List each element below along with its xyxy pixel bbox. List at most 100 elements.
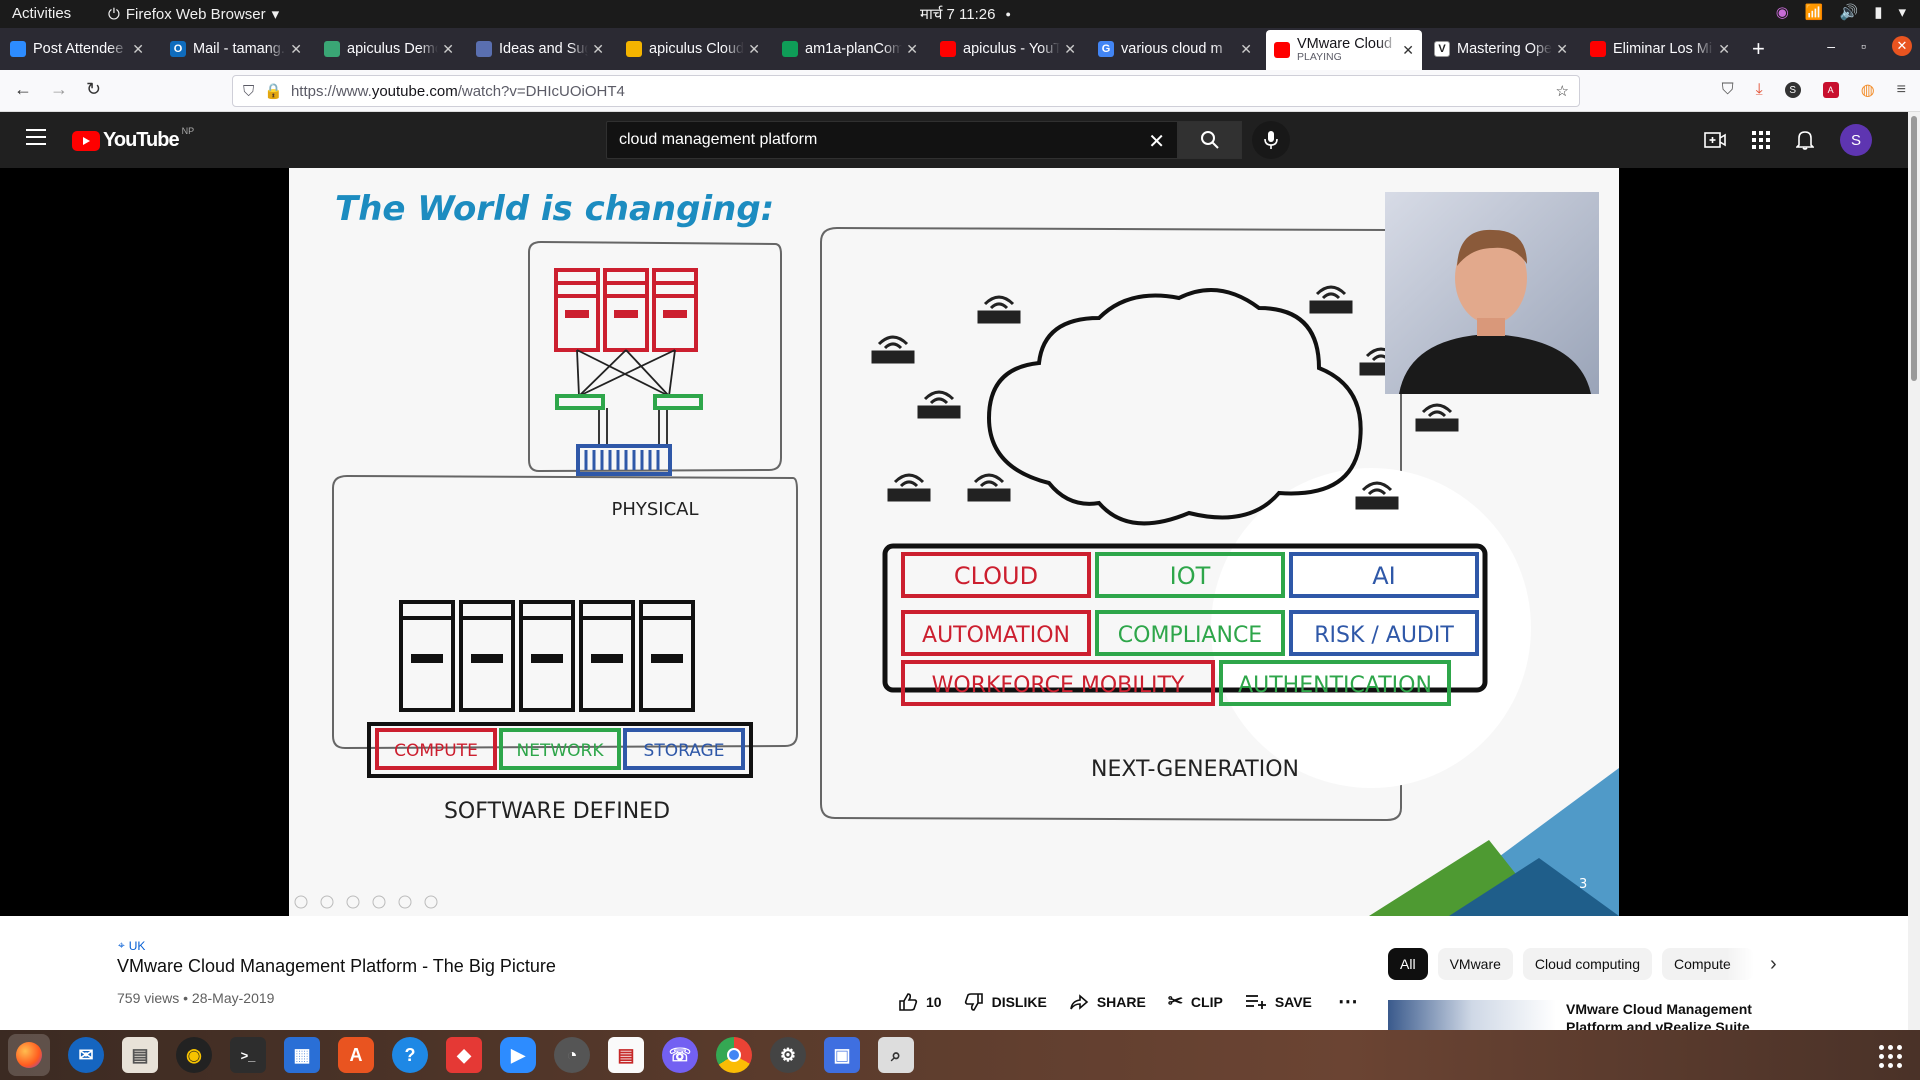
close-tab-icon[interactable]: ✕ <box>748 41 760 58</box>
close-tab-icon[interactable]: ✕ <box>1718 41 1730 58</box>
zoom-icon[interactable]: ▶ <box>500 1037 536 1073</box>
close-window-button[interactable]: ✕ <box>1892 36 1912 56</box>
save-button[interactable]: SAVE <box>1245 993 1312 1011</box>
battery-icon[interactable]: ▮ <box>1874 3 1882 21</box>
show-applications-icon[interactable] <box>1879 1045 1902 1068</box>
system-tray[interactable]: ◉ 📶 🔊 ▮ ▾ <box>1776 3 1906 21</box>
page-scrollbar[interactable] <box>1908 112 1920 1032</box>
scrollbar-thumb[interactable] <box>1911 116 1917 381</box>
like-button[interactable]: 10 <box>898 992 942 1012</box>
adblock-icon[interactable]: A <box>1822 82 1839 98</box>
wifi-icon[interactable]: 📶 <box>1805 3 1824 21</box>
close-tab-icon[interactable]: ✕ <box>1064 41 1076 58</box>
pocket-icon[interactable]: ⛉ <box>1722 81 1734 99</box>
document-viewer-icon[interactable]: ▤ <box>608 1037 644 1073</box>
server-rack-icon <box>554 268 698 352</box>
libreoffice-writer-icon[interactable]: ▦ <box>284 1037 320 1073</box>
chrome-icon[interactable] <box>716 1037 752 1073</box>
tab-11[interactable]: Eliminar Los Mi ✕ <box>1582 31 1738 67</box>
menu-icon[interactable]: ≡ <box>1897 81 1906 99</box>
search-input-value: cloud management platform <box>619 131 818 148</box>
clock-app-icon[interactable]: ◔ <box>554 1037 590 1073</box>
terminal-icon[interactable]: >_ <box>230 1037 266 1073</box>
tab-5[interactable]: apiculus Cloud ✕ <box>618 31 768 67</box>
tab-8[interactable]: Gvarious cloud m ✕ <box>1090 31 1260 67</box>
close-tab-icon[interactable]: ✕ <box>290 41 302 58</box>
create-video-icon[interactable] <box>1704 131 1726 149</box>
tab-7[interactable]: apiculus - YouT ✕ <box>932 31 1084 67</box>
hamburger-menu-icon[interactable] <box>26 129 46 145</box>
clear-search-icon[interactable]: ✕ <box>1148 129 1165 154</box>
maximize-button[interactable]: ▫ <box>1861 38 1866 54</box>
lock-icon[interactable]: 🔒 <box>264 82 283 100</box>
clip-label: CLIP <box>1190 993 1223 1010</box>
location-tag[interactable]: ⌖ UK <box>118 938 145 953</box>
tab-1[interactable]: Post Attendee ✕ <box>2 31 152 67</box>
extension-icon[interactable]: ◍ <box>1861 80 1875 100</box>
clock[interactable]: मार्च 7 11:26 ● <box>920 4 1011 24</box>
tab-2[interactable]: O Mail - tamang.s ✕ <box>162 31 310 67</box>
close-tab-icon[interactable]: ✕ <box>906 41 918 58</box>
video-frame[interactable]: The World is changing: PHYSICAL COMPUTE … <box>289 168 1619 916</box>
url-bar[interactable]: ⛉ 🔒 https://www. youtube.com/watch?v=DHIc… <box>232 75 1580 107</box>
recommended-thumbnail[interactable] <box>1388 1000 1556 1030</box>
shield-icon[interactable]: ⛉ <box>243 83 254 100</box>
tab-6[interactable]: am1a-planCom ✕ <box>774 31 926 67</box>
help-icon[interactable]: ? <box>392 1037 428 1073</box>
rhythmbox-icon[interactable]: ◉ <box>176 1037 212 1073</box>
volume-icon[interactable]: 🔊 <box>1840 3 1859 21</box>
thunderbird-icon[interactable]: ✉ <box>68 1037 104 1073</box>
bookmark-star-icon[interactable]: ☆ <box>1556 82 1569 100</box>
close-tab-icon[interactable]: ✕ <box>1240 41 1252 58</box>
forward-button[interactable]: → <box>50 79 68 100</box>
close-tab-icon[interactable]: ✕ <box>132 41 144 58</box>
chevron-right-icon[interactable]: › <box>1770 953 1777 976</box>
chip-vmware[interactable]: VMware <box>1437 948 1513 980</box>
app-menu[interactable]: ⏻ Firefox Web Browser ▾ <box>108 5 279 24</box>
more-actions-icon[interactable]: ⋯ <box>1338 989 1358 1014</box>
downloads-icon[interactable]: ⤓ <box>1756 81 1763 99</box>
indicator-icon[interactable]: ◉ <box>1776 3 1789 21</box>
settings-gear-icon[interactable]: ⚙ <box>770 1037 806 1073</box>
chevron-down-icon[interactable]: ▾ <box>1898 3 1906 21</box>
tab-10[interactable]: V Mastering Ope ✕ <box>1426 31 1576 67</box>
avatar[interactable]: S <box>1840 124 1872 156</box>
recommended-video[interactable]: VMware Cloud Management Platform and vRe… <box>1388 1000 1756 1030</box>
close-tab-icon[interactable]: ✕ <box>442 41 454 58</box>
new-tab-button[interactable]: + <box>1752 36 1765 62</box>
image-viewer-icon[interactable]: ⌕ <box>878 1037 914 1073</box>
dislike-button[interactable]: DISLIKE <box>964 992 1047 1012</box>
screenshot-icon[interactable]: ▣ <box>824 1037 860 1073</box>
extension-s-icon[interactable]: S <box>1784 82 1801 98</box>
files-icon[interactable]: ▤ <box>122 1037 158 1073</box>
chip-cloud-computing[interactable]: Cloud computing <box>1522 948 1652 980</box>
chip-all[interactable]: All <box>1388 948 1428 980</box>
recommended-title[interactable]: VMware Cloud Management Platform and vRe… <box>1566 1000 1756 1030</box>
video-player[interactable]: The World is changing: PHYSICAL COMPUTE … <box>0 168 1908 916</box>
share-button[interactable]: SHARE <box>1069 992 1146 1012</box>
reload-button[interactable]: ↻ <box>86 79 101 100</box>
youtube-logo[interactable]: YouTube NP <box>72 126 194 152</box>
software-center-icon[interactable]: A <box>338 1037 374 1073</box>
firefox-icon[interactable] <box>8 1034 50 1076</box>
apps-grid-icon[interactable] <box>1752 131 1770 149</box>
search-button[interactable] <box>1178 121 1242 159</box>
viber-icon[interactable]: ☏ <box>662 1037 698 1073</box>
close-tab-icon[interactable]: ✕ <box>1556 41 1568 58</box>
notifications-bell-icon[interactable] <box>1796 130 1814 150</box>
close-tab-icon[interactable]: ✕ <box>592 41 604 58</box>
minimize-button[interactable]: – <box>1827 38 1835 54</box>
anydesk-icon[interactable]: ◆ <box>446 1037 482 1073</box>
video-actions: 10 DISLIKE SHARE ✂ CLIP SAVE ⋯ <box>898 989 1358 1014</box>
search-input[interactable]: cloud management platform ✕ <box>606 121 1178 159</box>
tab-4[interactable]: Ideas and Sugg✕ <box>468 31 612 67</box>
clip-button[interactable]: ✂ CLIP <box>1168 991 1223 1012</box>
chip-compute[interactable]: Compute <box>1661 948 1754 980</box>
back-button[interactable]: ← <box>14 79 32 100</box>
activities-button[interactable]: Activities <box>12 5 71 22</box>
tab-9[interactable]: VMware Cloud PLAYING ✕ <box>1266 30 1422 70</box>
tab-3[interactable]: apiculus Demo ✕ <box>316 31 462 67</box>
voice-search-button[interactable] <box>1252 121 1290 159</box>
tab-favicon-icon <box>1274 42 1290 58</box>
close-tab-icon[interactable]: ✕ <box>1402 42 1414 59</box>
